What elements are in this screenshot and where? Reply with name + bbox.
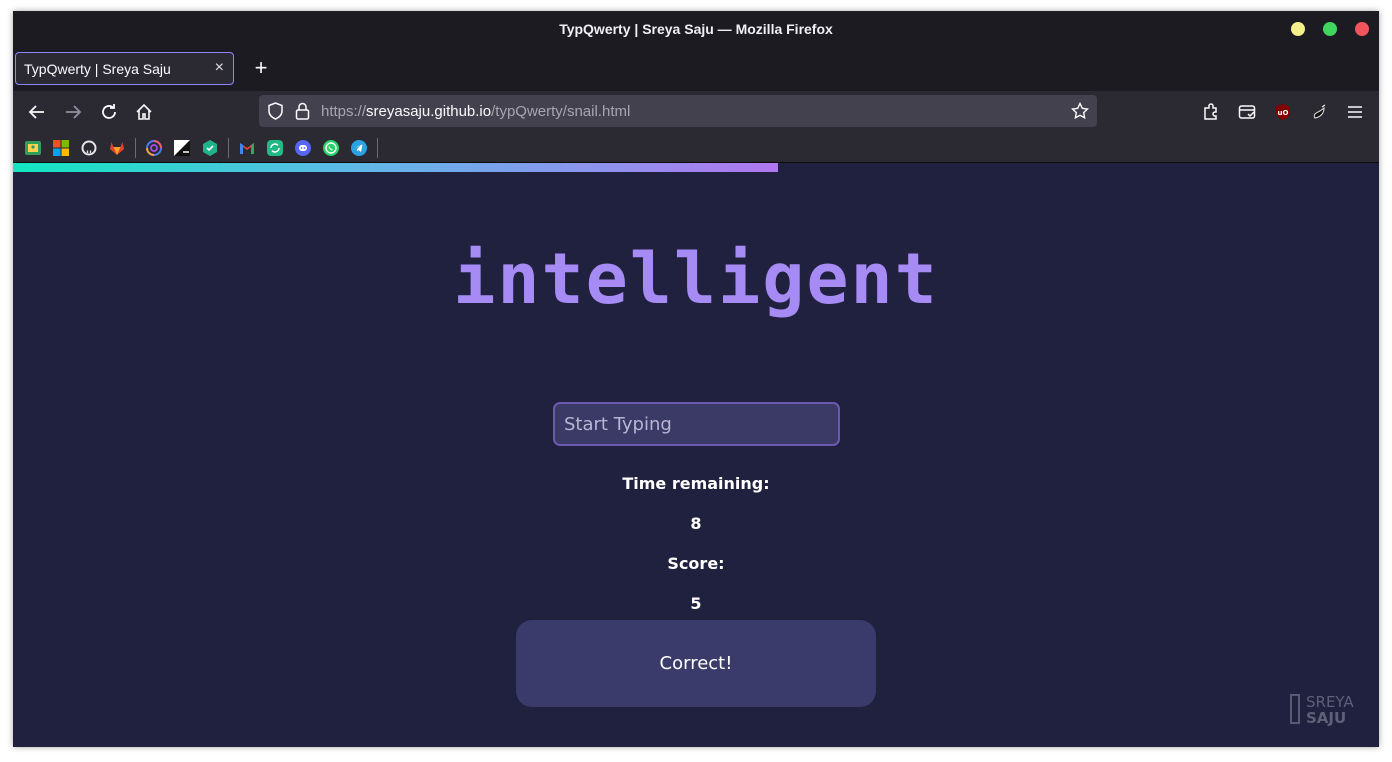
sreya-saju-logo[interactable]: SREYA SAJU: [1290, 694, 1362, 728]
svg-text:uO: uO: [1278, 109, 1289, 117]
minimize-button[interactable]: [1291, 22, 1305, 36]
forward-button[interactable]: [61, 100, 85, 124]
chili-icon: [1313, 104, 1326, 119]
ublock-button[interactable]: uO: [1271, 100, 1295, 124]
container-button[interactable]: [1235, 100, 1259, 124]
back-button[interactable]: [25, 100, 49, 124]
close-window-button[interactable]: [1355, 22, 1369, 36]
hamburger-menu-icon: [1348, 106, 1362, 118]
typing-input[interactable]: [553, 402, 840, 446]
logo-bar: [1290, 694, 1300, 724]
bookmark-star-icon[interactable]: [1070, 101, 1090, 125]
url-domain: sreyasaju.github.io: [366, 103, 492, 120]
app-menu-button[interactable]: [1343, 100, 1367, 124]
title-bar: TypQwerty | Sreya Saju — Mozilla Firefox: [13, 11, 1379, 47]
bookmark-separator: [135, 138, 136, 158]
logo-line-2: SAJU: [1306, 709, 1347, 727]
reload-button[interactable]: [97, 100, 121, 124]
codeforces-icon[interactable]: [202, 140, 218, 156]
address-bar[interactable]: https://sreyasaju.github.io/typQwerty/sn…: [259, 95, 1097, 127]
whatsapp-icon[interactable]: [323, 140, 339, 156]
tab-close-icon[interactable]: ×: [215, 59, 224, 77]
home-button[interactable]: [132, 100, 156, 124]
page-content: intelligent Time remaining: 8 Score: 5 C…: [13, 163, 1379, 747]
arrow-left-icon: [28, 105, 44, 119]
result-message-text: Correct!: [659, 653, 733, 674]
tracking-shield-icon[interactable]: [267, 102, 284, 125]
time-remaining-value: 8: [690, 514, 702, 533]
reload-icon: [102, 104, 116, 119]
score-label: Score:: [667, 554, 725, 573]
extensions-button[interactable]: [1199, 100, 1223, 124]
result-message: Correct!: [516, 620, 876, 707]
notion-icon[interactable]: [174, 140, 190, 156]
url-text[interactable]: https://sreyasaju.github.io/typQwerty/sn…: [321, 103, 630, 120]
navigation-toolbar: https://sreyasaju.github.io/typQwerty/sn…: [13, 91, 1379, 133]
target-word: intelligent: [453, 238, 939, 320]
arrow-right-icon: [66, 105, 82, 119]
lock-icon[interactable]: [295, 102, 310, 125]
new-tab-button[interactable]: +: [249, 56, 273, 80]
google-classroom-icon[interactable]: [25, 140, 41, 156]
url-path: /typQwerty/snail.html: [491, 103, 631, 120]
gitlab-icon[interactable]: [109, 140, 125, 156]
puzzle-icon: [1204, 103, 1217, 120]
window-title: TypQwerty | Sreya Saju — Mozilla Firefox: [559, 21, 833, 37]
ublock-shield-icon: uO: [1276, 104, 1290, 120]
gmail-icon[interactable]: [239, 140, 255, 156]
discord-icon[interactable]: [295, 140, 311, 156]
bookmark-separator: [377, 138, 378, 158]
tab-typqwerty[interactable]: TypQwerty | Sreya Saju ×: [15, 52, 234, 85]
url-scheme: https://: [321, 103, 367, 120]
swirl-icon[interactable]: [146, 140, 162, 156]
browser-window: TypQwerty | Sreya Saju — Mozilla Firefox…: [13, 11, 1379, 747]
extension-chili-button[interactable]: [1307, 100, 1331, 124]
bookmark-separator: [228, 138, 229, 158]
tab-strip: TypQwerty | Sreya Saju × +: [13, 47, 1379, 91]
home-icon: [136, 103, 152, 120]
container-icon: [1238, 105, 1256, 119]
telegram-icon[interactable]: [351, 140, 367, 156]
progress-bar: [13, 163, 778, 172]
tab-label: TypQwerty | Sreya Saju: [24, 60, 171, 77]
microsoft-icon[interactable]: [53, 140, 69, 156]
sync-icon[interactable]: [267, 140, 283, 156]
time-remaining-label: Time remaining:: [622, 474, 770, 493]
score-value: 5: [690, 594, 702, 613]
bookmarks-toolbar: [13, 133, 1379, 163]
github-icon[interactable]: [81, 140, 97, 156]
maximize-button[interactable]: [1323, 22, 1337, 36]
logo-line-1: SREYA: [1306, 693, 1354, 711]
